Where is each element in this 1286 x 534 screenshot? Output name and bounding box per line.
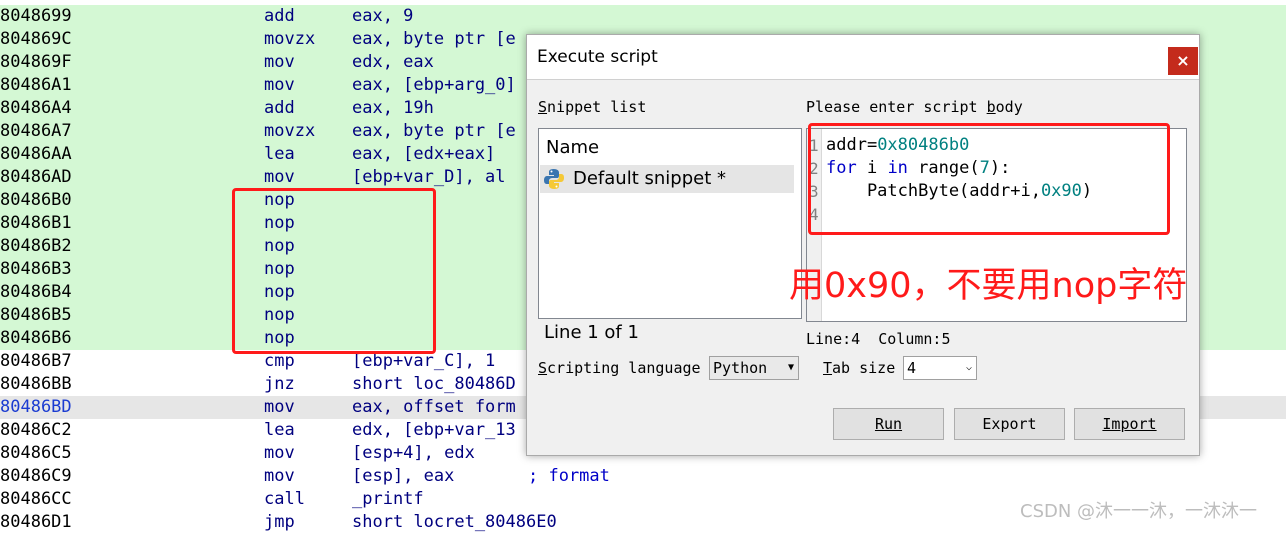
titlebar-divider: [527, 79, 1199, 80]
asm-address: 80486B0: [0, 190, 72, 210]
asm-mnemonic: mov: [264, 167, 295, 187]
chevron-down-icon: ⌵: [965, 362, 972, 373]
asm-address: 80486BB: [0, 374, 72, 394]
asm-row[interactable]: 8048699 add eax, 9: [0, 5, 1286, 28]
scripting-language-select[interactable]: Python ▼: [709, 356, 799, 380]
asm-address: 804869C: [0, 29, 72, 49]
asm-address: 80486D1: [0, 512, 72, 532]
asm-mnemonic: mov: [264, 466, 295, 486]
snippet-list-label: Snippet list: [538, 98, 647, 116]
asm-operands: [ebp+var_D], al: [352, 167, 506, 187]
dropdown-arrow-icon: ▼: [787, 362, 794, 373]
execute-script-dialog: Execute script × Snippet list Name Defau…: [526, 34, 1200, 456]
close-button[interactable]: ×: [1168, 47, 1198, 75]
asm-address: 80486B1: [0, 213, 72, 233]
asm-mnemonic: jnz: [264, 374, 295, 394]
asm-mnemonic: mov: [264, 52, 295, 72]
asm-address: 80486A4: [0, 98, 72, 118]
import-button[interactable]: Import: [1074, 408, 1185, 440]
snippet-line-count: Line 1 of 1: [544, 322, 639, 343]
asm-row[interactable]: 80486C9 mov [esp], eax ; format: [0, 465, 1286, 488]
asm-operands: eax, 9: [352, 6, 414, 26]
watermark: CSDN @沐一一沐，一沐沐一: [1020, 501, 1258, 522]
asm-operands: eax, [edx+eax]: [352, 144, 496, 164]
asm-address: 80486C2: [0, 420, 72, 440]
asm-address: 80486BD: [0, 397, 72, 417]
asm-operands: _printf: [352, 489, 424, 509]
nop-highlight-box: [232, 188, 436, 354]
asm-operands: short loc_80486D: [352, 374, 516, 394]
python-icon: [544, 169, 564, 189]
asm-address: 80486B2: [0, 236, 72, 256]
asm-address: 80486AA: [0, 144, 72, 164]
asm-mnemonic: mov: [264, 397, 295, 417]
asm-address: 80486B5: [0, 305, 72, 325]
export-button[interactable]: Export: [954, 408, 1065, 440]
snippet-name: Default snippet *: [573, 168, 726, 189]
asm-operands: [esp], eax: [352, 466, 455, 486]
dialog-titlebar[interactable]: Execute script ×: [527, 35, 1199, 79]
asm-address: 80486C5: [0, 443, 72, 463]
asm-mnemonic: call: [264, 489, 305, 509]
asm-address: 804869F: [0, 52, 72, 72]
asm-mnemonic: movzx: [264, 29, 316, 49]
asm-operands: eax, byte ptr [e: [352, 121, 516, 141]
column-header-name[interactable]: Name: [546, 137, 599, 158]
asm-mnemonic: lea: [264, 144, 295, 164]
cursor-status: Line:4 Column:5: [806, 330, 951, 348]
asm-comment: ; format: [528, 466, 610, 486]
asm-mnemonic: mov: [264, 75, 295, 95]
asm-address: 80486B7: [0, 351, 72, 371]
asm-address: 80486A1: [0, 75, 72, 95]
asm-operands: eax, [ebp+arg_0]: [352, 75, 516, 95]
script-body-label: Please enter script body: [806, 98, 1023, 116]
asm-mnemonic: mov: [264, 443, 295, 463]
asm-operands: eax, offset form: [352, 397, 516, 417]
asm-operands: [esp+4], edx: [352, 443, 475, 463]
asm-operands: eax, 19h: [352, 98, 434, 118]
asm-operands: edx, eax: [352, 52, 434, 72]
asm-mnemonic: lea: [264, 420, 295, 440]
close-icon: ×: [1176, 51, 1190, 70]
asm-address: 8048699: [0, 6, 72, 26]
asm-address: 80486AD: [0, 167, 72, 187]
code-highlight-box: [808, 123, 1170, 235]
run-button[interactable]: Run: [833, 408, 944, 440]
asm-address: 80486CC: [0, 489, 72, 509]
snippet-list-item[interactable]: Default snippet *: [540, 165, 794, 193]
tab-size-select[interactable]: 4 ⌵: [903, 356, 977, 380]
asm-address: 80486A7: [0, 121, 72, 141]
asm-mnemonic: add: [264, 6, 295, 26]
asm-operands: eax, byte ptr [e: [352, 29, 516, 49]
asm-address: 80486C9: [0, 466, 72, 486]
scripting-language-label: Scripting language: [538, 359, 701, 377]
asm-address: 80486B6: [0, 328, 72, 348]
asm-operands: edx, [ebp+var_13: [352, 420, 516, 440]
dialog-title: Execute script: [537, 47, 658, 67]
asm-mnemonic: jmp: [264, 512, 295, 532]
asm-mnemonic: add: [264, 98, 295, 118]
annotation-text: 用0x90，不要用nop字符: [789, 266, 1188, 306]
asm-operands: short locret_80486E0: [352, 512, 557, 532]
asm-address: 80486B3: [0, 259, 72, 279]
tab-size-label: Tab size: [823, 359, 896, 377]
asm-address: 80486B4: [0, 282, 72, 302]
snippet-list[interactable]: Name Default snippet *: [538, 128, 802, 319]
asm-mnemonic: movzx: [264, 121, 316, 141]
